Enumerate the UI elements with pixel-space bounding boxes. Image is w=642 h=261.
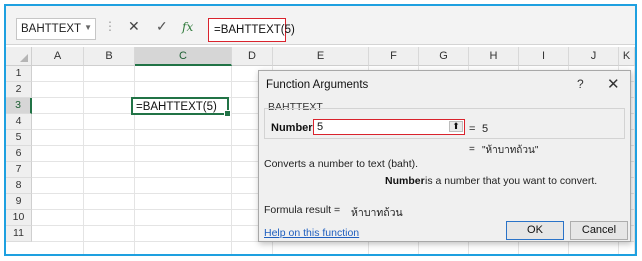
cancel-button[interactable]: Cancel: [570, 221, 628, 240]
formula-result-label: Formula result =: [264, 204, 341, 216]
argument-equals: =: [469, 123, 476, 135]
row-header-3[interactable]: 3: [6, 98, 32, 114]
column-header-j[interactable]: J: [569, 47, 619, 66]
active-cell-text: =BAHTTEXT(5): [136, 101, 217, 113]
column-header-h[interactable]: H: [469, 47, 519, 66]
enter-icon[interactable]: ✓: [156, 18, 168, 35]
collapse-dialog-icon[interactable]: ⬆: [449, 121, 463, 132]
row-header-8[interactable]: 8: [6, 178, 32, 194]
argument-label: Number: [271, 122, 313, 134]
formula-bar: BAHTTEXT ▼ ⋮ ✕ ✓ fx =BAHTTEXT(5): [6, 6, 635, 45]
function-evaluated-value: "ห้าบาทถ้วน": [482, 145, 539, 156]
chevron-down-icon[interactable]: ▼: [84, 23, 92, 32]
function-equals: =: [469, 144, 475, 155]
function-arguments-dialog: Function Arguments ? ✕ BAHTTEXT Number 5…: [258, 70, 631, 242]
name-box-value: BAHTTEXT: [21, 23, 82, 35]
column-header-e[interactable]: E: [273, 47, 369, 66]
formula-input[interactable]: =BAHTTEXT(5): [208, 18, 295, 42]
number-argument-value: 5: [317, 121, 324, 133]
column-header-k[interactable]: K: [619, 47, 635, 66]
row-header-11[interactable]: 11: [6, 226, 32, 242]
column-header-d[interactable]: D: [232, 47, 273, 66]
formula-result-value: ห้าบาทถ้วน: [351, 207, 403, 219]
argument-evaluated-value: 5: [482, 123, 489, 135]
insert-function-icon[interactable]: fx: [182, 20, 193, 34]
select-all-triangle-icon: [20, 54, 28, 62]
fill-handle[interactable]: [224, 110, 231, 117]
column-header-f[interactable]: F: [369, 47, 419, 66]
row-header-6[interactable]: 6: [6, 146, 32, 162]
column-header-b[interactable]: B: [84, 47, 135, 66]
row-header-4[interactable]: 4: [6, 114, 32, 130]
column-header-i[interactable]: I: [519, 47, 569, 66]
column-header-a[interactable]: A: [32, 47, 84, 66]
column-header-c[interactable]: C: [135, 47, 232, 66]
close-icon[interactable]: ✕: [607, 75, 620, 93]
row-header-10[interactable]: 10: [6, 210, 32, 226]
select-all-corner[interactable]: [6, 47, 32, 66]
column-header-g[interactable]: G: [419, 47, 469, 66]
ok-button[interactable]: OK: [506, 221, 564, 240]
row-header-9[interactable]: 9: [6, 194, 32, 210]
active-cell-c3[interactable]: =BAHTTEXT(5): [131, 97, 231, 117]
row-header-5[interactable]: 5: [6, 130, 32, 146]
argument-description: is a number that you want to convert.: [425, 175, 598, 187]
cancel-icon[interactable]: ✕: [128, 18, 140, 35]
row-header-7[interactable]: 7: [6, 162, 32, 178]
row-header-2[interactable]: 2: [6, 82, 32, 98]
help-icon[interactable]: ?: [577, 77, 584, 91]
row-header-1[interactable]: 1: [6, 66, 32, 82]
formula-bar-grip-icon: ⋮: [104, 19, 116, 33]
function-description: Converts a number to text (baht).: [264, 158, 419, 170]
name-box[interactable]: BAHTTEXT ▼: [16, 18, 96, 40]
formula-text: =BAHTTEXT(5): [214, 24, 295, 36]
argument-name: Number: [385, 175, 425, 187]
dialog-title: Function Arguments: [266, 79, 369, 91]
excel-window: BAHTTEXT ▼ ⋮ ✕ ✓ fx =BAHTTEXT(5) ABCDEFG…: [4, 4, 637, 256]
help-on-function-link[interactable]: Help on this function: [264, 227, 359, 239]
number-argument-input[interactable]: 5 ⬆: [313, 119, 465, 135]
